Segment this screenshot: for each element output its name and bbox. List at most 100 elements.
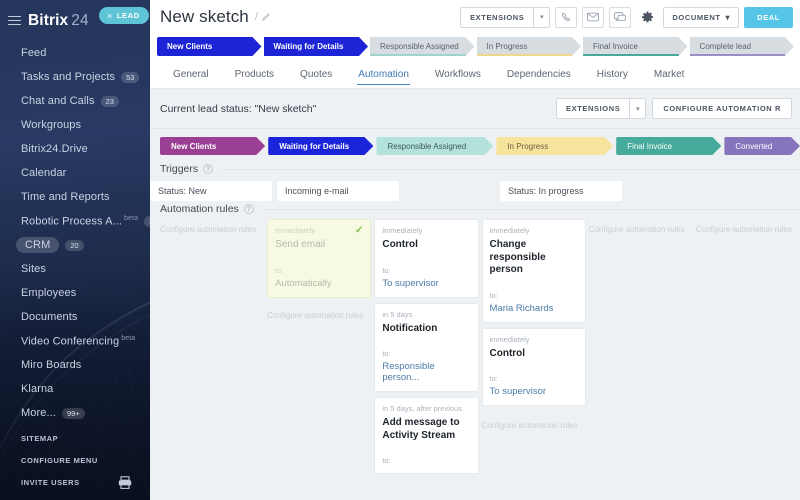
- tab-history[interactable]: History: [584, 61, 641, 88]
- rule-target-value[interactable]: Responsible person...: [382, 361, 470, 383]
- pipeline-stage-in-progress[interactable]: In Progress: [496, 137, 613, 155]
- tab-workflows[interactable]: Workflows: [422, 61, 494, 88]
- sidebar-item-klarna[interactable]: Klarna: [0, 377, 150, 401]
- pipeline-stage-label: Waiting for Details: [279, 142, 349, 151]
- current-status-row: Current lead status: "New sketch" EXTENS…: [150, 89, 800, 129]
- lead-pill[interactable]: × LEAD: [99, 7, 149, 24]
- sidebar-item-video-conferencing[interactable]: Video Conferencingbeta: [0, 329, 150, 353]
- menu-burger-icon[interactable]: [8, 13, 21, 28]
- configure-automation-rules-placeholder[interactable]: Configure automation rules: [267, 307, 371, 320]
- tab-bar: General Products QuotesAutomationWorkflows…: [150, 61, 800, 89]
- edit-pencil-icon[interactable]: [261, 13, 270, 22]
- page-header: New sketch / EXTENSIONS ▾: [150, 0, 800, 34]
- triggers-row: Status: NewIncoming e-mailStatus: In pro…: [150, 175, 800, 197]
- sidebar-item-time-and-reports[interactable]: Time and Reports: [0, 185, 150, 209]
- automation-rule-card[interactable]: immediatelyControlto:To supervisor: [374, 219, 478, 298]
- status-extensions-button[interactable]: EXTENSIONS ▾: [556, 98, 646, 119]
- deal-button[interactable]: DEAL: [744, 7, 793, 28]
- sidebar-item-miro-boards[interactable]: Miro Boards: [0, 353, 150, 377]
- automation-rule-card[interactable]: in 5 daysNotificationto:Responsible pers…: [374, 303, 478, 393]
- tab-label: General: [173, 69, 209, 80]
- funnel-stage-waiting-for-details[interactable]: Waiting for Details: [264, 37, 369, 56]
- pipeline-stage-new-clients[interactable]: New Clients: [160, 137, 265, 155]
- sidebar-footer-sitemap[interactable]: SITEMAP: [21, 434, 150, 443]
- brand-name: Bitrix24: [28, 12, 89, 30]
- page-title[interactable]: New sketch: [160, 7, 249, 27]
- rule-to-label: to:: [382, 456, 470, 465]
- help-icon[interactable]: ?: [203, 164, 213, 174]
- chevron-down-icon[interactable]: ▾: [533, 8, 549, 27]
- funnel-stage-complete-lead[interactable]: Complete lead: [690, 37, 795, 56]
- tab-market[interactable]: Market: [641, 61, 698, 88]
- sidebar-item-chat-and-calls[interactable]: Chat and Calls23: [0, 89, 150, 113]
- app-root: Bitrix24 × LEAD FeedTasks and Projects53…: [0, 0, 800, 500]
- rule-title: Notification: [382, 323, 470, 336]
- rule-timing: in 5 days: [382, 310, 470, 319]
- automation-rule-card[interactable]: immediatelyControlto:To supervisor: [482, 328, 586, 407]
- rule-timing: immediately: [490, 335, 578, 344]
- configure-automation-rules-placeholder[interactable]: Configure automation rules: [589, 219, 693, 234]
- document-button[interactable]: DOCUMENT ▾: [663, 7, 739, 28]
- pipeline-stage-final-invoice[interactable]: Final Invoice: [616, 137, 721, 155]
- extensions-button[interactable]: EXTENSIONS ▾: [460, 7, 550, 28]
- sidebar-item-sites[interactable]: Sites: [0, 257, 150, 281]
- print-icon[interactable]: [118, 476, 132, 489]
- settings-button[interactable]: [636, 7, 658, 28]
- trigger-label: Incoming e-mail: [285, 186, 349, 196]
- sidebar-item-label: Documents: [21, 311, 78, 323]
- sidebar-item-more[interactable]: More...99+: [0, 401, 150, 425]
- chevron-down-icon[interactable]: ▾: [629, 99, 645, 118]
- close-icon[interactable]: ×: [107, 11, 113, 21]
- funnel-stage-responsible-assigned[interactable]: Responsible Assigned: [370, 37, 475, 56]
- tab-products[interactable]: Products: [222, 61, 287, 88]
- help-icon[interactable]: ?: [244, 204, 254, 214]
- sidebar-item-robotic-process-a[interactable]: Robotic Process A...beta3: [0, 209, 150, 233]
- rule-target-value[interactable]: Maria Richards: [490, 303, 578, 314]
- pipeline-stage-converted[interactable]: Converted: [724, 137, 800, 155]
- funnel-stage-in-progress[interactable]: In Progress: [477, 37, 582, 56]
- tab-label: Products: [235, 69, 274, 80]
- title-tools: /: [255, 11, 270, 23]
- tab-automation[interactable]: Automation: [345, 61, 422, 88]
- phone-button[interactable]: [555, 7, 577, 28]
- triggers-title: Triggers: [160, 163, 198, 175]
- pipeline-stage-label: Final Invoice: [627, 142, 672, 151]
- configure-automation-rules-placeholder[interactable]: Configure automation rules: [160, 219, 264, 234]
- rule-timing: immediately: [275, 226, 363, 235]
- sidebar-item-calendar[interactable]: Calendar: [0, 161, 150, 185]
- chat-button[interactable]: [609, 7, 631, 28]
- configure-automation-rules-placeholder[interactable]: Configure automation rules: [482, 417, 586, 430]
- sidebar-item-crm[interactable]: CRM20: [0, 233, 150, 257]
- sidebar-item-tasks-and-projects[interactable]: Tasks and Projects53: [0, 65, 150, 89]
- tab-quotes[interactable]: Quotes: [287, 61, 345, 88]
- tab-dependencies[interactable]: Dependencies: [494, 61, 584, 88]
- sidebar-item-documents[interactable]: Documents: [0, 305, 150, 329]
- sidebar-item-bitrix24-drive[interactable]: Bitrix24.Drive: [0, 137, 150, 161]
- rule-target-value[interactable]: To supervisor: [490, 386, 578, 397]
- pipeline-stage-responsible-assigned[interactable]: Responsible Assigned: [376, 137, 493, 155]
- pipeline-stage-waiting-for-details[interactable]: Waiting for Details: [268, 137, 373, 155]
- sidebar-item-label: Chat and Calls: [21, 95, 95, 107]
- funnel-stage-label: New Clients: [167, 42, 212, 51]
- rule-target-value[interactable]: Automatically: [275, 278, 363, 289]
- automation-section-header: Automation rules ?: [160, 203, 800, 215]
- mail-button[interactable]: [582, 7, 604, 28]
- document-label: DOCUMENT: [672, 13, 720, 22]
- sidebar-item-label: Time and Reports: [21, 191, 110, 203]
- stage-pipeline: New Clients Waiting for Details Responsibl…: [150, 129, 800, 163]
- tab-general[interactable]: General: [160, 61, 222, 88]
- rule-target-value[interactable]: To supervisor: [382, 278, 470, 289]
- funnel-stage-final-invoice[interactable]: Final Invoice: [583, 37, 688, 56]
- funnel-stage-new-clients[interactable]: New Clients: [157, 37, 262, 56]
- automation-rule-card[interactable]: immediatelyChange responsible personto:M…: [482, 219, 586, 323]
- sidebar-item-feed[interactable]: Feed: [0, 41, 150, 65]
- sidebar-item-workgroups[interactable]: Workgroups: [0, 113, 150, 137]
- automation-rule-card[interactable]: immediatelySend emailto:Automatically✓: [267, 219, 371, 298]
- pipeline-stage-label: Responsible Assigned: [387, 142, 466, 151]
- sidebar-footer-configure-menu[interactable]: CONFIGURE MENU: [21, 456, 150, 465]
- configure-automation-rules-button[interactable]: CONFIGURE AUTOMATION R: [652, 98, 792, 119]
- automation-rule-card[interactable]: in 5 days, after previousAdd message to …: [374, 397, 478, 474]
- sidebar-item-employees[interactable]: Employees: [0, 281, 150, 305]
- rule-to-label: to:: [275, 266, 363, 275]
- configure-automation-rules-placeholder[interactable]: Configure automation rules: [696, 219, 800, 234]
